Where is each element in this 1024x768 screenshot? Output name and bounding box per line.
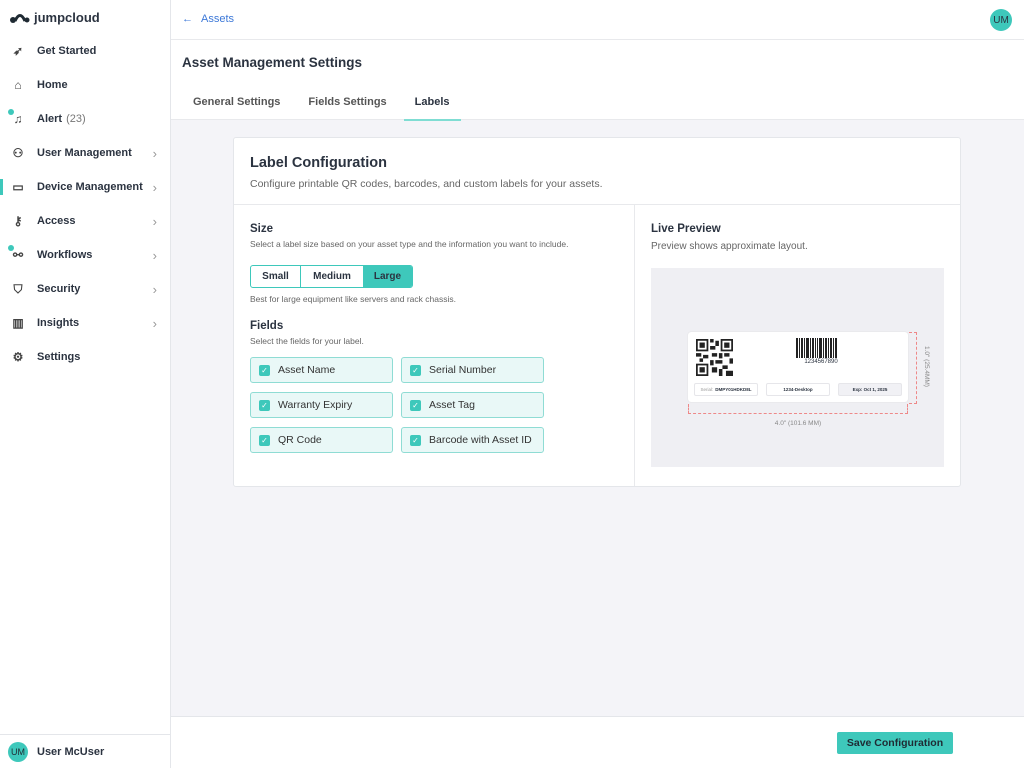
barcode-icon <box>796 338 846 358</box>
checkbox-checked-icon: ✓ <box>410 400 421 411</box>
card-title: Label Configuration <box>250 155 944 171</box>
fields-grid: ✓Asset Name ✓Serial Number ✓Warranty Exp… <box>250 357 618 453</box>
avatar[interactable]: UM <box>990 9 1012 31</box>
chevron-right-icon: › <box>153 214 157 229</box>
devices-icon: ▭ <box>10 179 26 195</box>
field-checkbox-warranty-expiry[interactable]: ✓Warranty Expiry <box>250 392 393 418</box>
chevron-right-icon: › <box>153 248 157 263</box>
chevron-right-icon: › <box>153 146 157 161</box>
field-checkbox-serial-number[interactable]: ✓Serial Number <box>401 357 544 383</box>
home-icon: ⌂ <box>10 77 26 93</box>
sidebar-item-settings[interactable]: ⚙Settings <box>0 340 171 374</box>
width-dimension-label: 4.0" (101.6 MM) <box>688 420 908 427</box>
field-checkbox-qr-code[interactable]: ✓QR Code <box>250 427 393 453</box>
tab-fields-settings[interactable]: Fields Settings <box>297 91 397 121</box>
label-preview: 1234567890 Serial:DMPY01HDKD8L 1234-Desk… <box>651 268 944 467</box>
arrow-left-icon: ← <box>182 13 193 25</box>
shield-icon: ⛉ <box>10 281 26 297</box>
checkbox-checked-icon: ✓ <box>259 435 270 446</box>
avatar: UM <box>8 742 28 762</box>
sidebar-nav: ➶Get Started ⌂Home ♫Alert(23) ⚇User Mana… <box>0 34 171 374</box>
field-checkbox-asset-name[interactable]: ✓Asset Name <box>250 357 393 383</box>
label-configuration-card: Label Configuration Configure printable … <box>233 137 961 487</box>
workflow-icon: ⚯ <box>10 247 26 263</box>
key-icon: ⚷ <box>10 213 26 229</box>
field-checkbox-barcode[interactable]: ✓Barcode with Asset ID <box>401 427 544 453</box>
size-heading: Size <box>250 223 618 235</box>
size-hint: Best for large equipment like servers an… <box>250 294 618 304</box>
tabs: General Settings Fields Settings Labels <box>182 91 467 121</box>
fields-heading: Fields <box>250 320 618 332</box>
tab-general-settings[interactable]: General Settings <box>182 91 291 121</box>
qr-code-icon <box>696 339 733 376</box>
footer-bar: Save Configuration <box>171 716 1024 768</box>
serial-chip: Serial:DMPY01HDKD8L <box>694 383 758 396</box>
page-header: Asset Management Settings General Settin… <box>171 40 1024 120</box>
expiry-chip: Exp: Oct 1, 2025 <box>838 383 902 396</box>
field-checkbox-asset-tag[interactable]: ✓Asset Tag <box>401 392 544 418</box>
width-dimension-line <box>688 404 908 414</box>
save-configuration-button[interactable]: Save Configuration <box>837 732 953 754</box>
fields-description: Select the fields for your label. <box>250 336 618 346</box>
topbar: ←Assets UM <box>171 0 1024 40</box>
checkbox-checked-icon: ✓ <box>410 365 421 376</box>
rocket-icon: ➶ <box>10 43 26 59</box>
height-dimension-label: 1.0" (25.4MM) <box>923 346 930 387</box>
label-sample: 1234567890 Serial:DMPY01HDKD8L 1234-Desk… <box>688 332 908 402</box>
size-option-large[interactable]: Large <box>363 266 412 287</box>
gear-icon: ⚙ <box>10 349 26 365</box>
sidebar-item-home[interactable]: ⌂Home <box>0 68 171 102</box>
size-option-small[interactable]: Small <box>251 266 301 287</box>
card-subtitle: Configure printable QR codes, barcodes, … <box>250 178 944 190</box>
page-title: Asset Management Settings <box>182 55 362 70</box>
sidebar-item-access[interactable]: ⚷Access› <box>0 204 171 238</box>
preview-description: Preview shows approximate layout. <box>651 241 944 252</box>
sidebar-item-workflows[interactable]: ⚯Workflows› <box>0 238 171 272</box>
jumpcloud-logo[interactable]: jumpcloud <box>9 10 100 25</box>
preview-heading: Live Preview <box>651 223 944 235</box>
bell-icon: ♫ <box>10 111 26 127</box>
sidebar-item-device-management[interactable]: ▭Device Management› <box>0 170 171 204</box>
sidebar-item-user-management[interactable]: ⚇User Management› <box>0 136 171 170</box>
sidebar: jumpcloud ➶Get Started ⌂Home ♫Alert(23) … <box>0 0 171 768</box>
height-dimension-line <box>909 332 917 404</box>
barcode-number: 1234567890 <box>796 359 846 365</box>
size-option-medium[interactable]: Medium <box>301 266 363 287</box>
cloud-logo-icon <box>9 13 31 23</box>
tab-labels[interactable]: Labels <box>404 91 461 121</box>
checkbox-checked-icon: ✓ <box>410 435 421 446</box>
back-to-assets-link[interactable]: ←Assets <box>182 13 234 25</box>
chevron-right-icon: › <box>153 282 157 297</box>
size-selector: Small Medium Large <box>250 265 413 288</box>
checkbox-checked-icon: ✓ <box>259 400 270 411</box>
size-description: Select a label size based on your asset … <box>250 239 618 249</box>
users-icon: ⚇ <box>10 145 26 161</box>
sidebar-item-get-started[interactable]: ➶Get Started <box>0 34 171 68</box>
chevron-right-icon: › <box>153 180 157 195</box>
chevron-right-icon: › <box>153 316 157 331</box>
asset-chip: 1234-Desktop <box>766 383 830 396</box>
sidebar-item-insights[interactable]: ▥Insights› <box>0 306 171 340</box>
sidebar-item-security[interactable]: ⛉Security› <box>0 272 171 306</box>
sidebar-item-alert[interactable]: ♫Alert(23) <box>0 102 171 136</box>
checkbox-checked-icon: ✓ <box>259 365 270 376</box>
chart-icon: ▥ <box>10 315 26 331</box>
user-menu[interactable]: UMUser McUser <box>0 734 171 768</box>
